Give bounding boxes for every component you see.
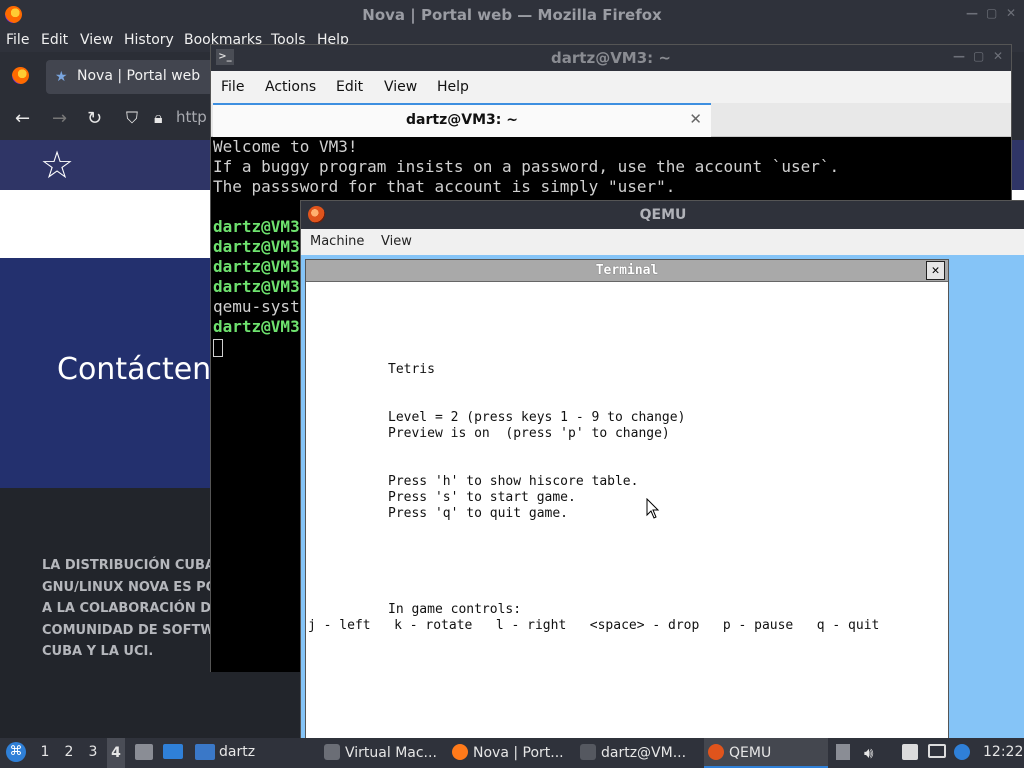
terminal-prompt: dartz@VM3: [213, 277, 300, 296]
minimize-icon[interactable]: —: [966, 6, 978, 20]
site-favicon-icon: ★: [55, 69, 68, 85]
footer-line: LA DISTRIBUCIÓN CUBAN: [42, 558, 226, 573]
menu-help[interactable]: Help: [437, 79, 469, 95]
taskbar: ⌘ 1 2 3 4 dartz Virtual Mac... Nova | Po…: [0, 738, 1024, 768]
terminal-window-title: dartz@VM3: ~: [551, 49, 671, 67]
terminal-icon: [580, 744, 596, 760]
terminal-tab[interactable]: dartz@VM3: ~ ✕: [213, 103, 711, 137]
menu-file[interactable]: File: [221, 79, 244, 95]
close-icon[interactable]: ✕: [1006, 6, 1016, 20]
tetris-line: Preview is on (press 'p' to change): [388, 426, 670, 441]
workspace-2[interactable]: 2: [60, 744, 78, 760]
guest-terminal-title: Terminal: [595, 263, 659, 278]
task-label: Virtual Mac...: [345, 745, 437, 761]
terminal-prompt: dartz@VM3: [213, 317, 300, 336]
terminal-line: qemu-syst: [213, 297, 300, 316]
terminal-tabbar: dartz@VM3: ~ ✕: [211, 103, 1011, 137]
contact-heading: Contácten: [57, 352, 212, 387]
menu-machine[interactable]: Machine: [310, 234, 364, 249]
footer-line: A LA COLABORACIÓN DE: [42, 601, 220, 616]
close-icon[interactable]: ✕: [926, 261, 945, 280]
task-firefox[interactable]: Nova | Port...: [448, 738, 572, 768]
qemu-menubar: Machine View: [301, 229, 1024, 255]
workspace-1[interactable]: 1: [36, 744, 54, 760]
terminal-cursor: [213, 339, 223, 357]
qemu-icon: [708, 744, 724, 760]
close-icon[interactable]: ✕: [993, 49, 1003, 63]
shield-icon[interactable]: ⛉: [126, 108, 138, 128]
guest-terminal-titlebar[interactable]: Terminal ✕: [306, 260, 948, 282]
virtualbox-icon: [324, 744, 340, 760]
qemu-titlebar[interactable]: QEMU: [301, 201, 1024, 229]
qemu-window: QEMU Machine View Terminal ✕ Tetris Level…: [300, 200, 1024, 739]
tab-label: Nova | Portal web: [77, 68, 201, 84]
show-desktop-icon[interactable]: [163, 744, 183, 759]
tetris-line: Level = 2 (press keys 1 - 9 to change): [388, 410, 686, 425]
tetris-line: Press 'q' to quit game.: [388, 506, 569, 521]
terminal-menubar: File Actions Edit View Help: [211, 71, 1011, 103]
maximize-icon[interactable]: ▢: [973, 49, 984, 63]
terminal-titlebar[interactable]: >_ dartz@VM3: ~ — ▢ ✕: [211, 45, 1011, 71]
firefox-view-icon[interactable]: [12, 67, 29, 84]
qemu-window-title: QEMU: [639, 207, 687, 223]
clock[interactable]: 12:22: [983, 744, 1023, 760]
reload-icon[interactable]: ↻: [87, 108, 102, 129]
qemu-guest-display[interactable]: Terminal ✕ Tetris Level = 2 (press keys 1…: [301, 255, 1024, 739]
scroll-indicator-icon[interactable]: [836, 744, 850, 760]
firefox-titlebar[interactable]: Nova | Portal web — Mozilla Firefox — ▢ …: [0, 0, 1024, 30]
task-label: dartz@VM...: [601, 745, 687, 761]
menu-edit[interactable]: Edit: [336, 79, 363, 95]
terminal-tab-label: dartz@VM3: ~: [406, 112, 518, 128]
forward-icon[interactable]: →: [52, 108, 67, 129]
lock-icon[interactable]: 🔒︎: [154, 108, 163, 128]
guest-terminal-window: Terminal ✕ Tetris Level = 2 (press keys 1…: [305, 259, 949, 739]
folder-label[interactable]: dartz: [219, 744, 255, 760]
task-label: Nova | Port...: [473, 745, 564, 761]
footer-text: LA DISTRIBUCIÓN CUBAN GNU/LINUX NOVA ES …: [42, 555, 227, 663]
updates-icon[interactable]: [954, 744, 970, 760]
terminal-prompt: dartz@VM3: [213, 257, 300, 276]
start-menu-icon[interactable]: ⌘: [6, 742, 26, 762]
tetris-screen[interactable]: Tetris Level = 2 (press keys 1 - 9 to cha…: [306, 282, 948, 738]
workspace-3[interactable]: 3: [84, 744, 102, 760]
minimize-icon[interactable]: —: [953, 49, 965, 63]
back-icon[interactable]: ←: [15, 108, 30, 129]
site-logo-star-icon[interactable]: ☆: [40, 145, 74, 185]
tetris-line: Press 's' to start game.: [388, 490, 576, 505]
workspace-4[interactable]: 4: [107, 738, 125, 768]
menu-view[interactable]: View: [381, 234, 412, 249]
terminal-line: Welcome to VM3!: [213, 137, 358, 156]
footer-line: CUBA Y LA UCI.: [42, 644, 154, 659]
terminal-prompt: dartz@VM3: [213, 217, 300, 236]
folder-icon[interactable]: [195, 744, 215, 760]
volume-icon[interactable]: 🔊︎: [864, 744, 873, 762]
tetris-line: Press 'h' to show hiscore table.: [388, 474, 639, 489]
terminal-line: If a buggy program insists on a password…: [213, 157, 840, 176]
file-manager-icon[interactable]: [135, 744, 153, 760]
menu-file[interactable]: File: [6, 32, 29, 48]
maximize-icon[interactable]: ▢: [986, 6, 997, 20]
menu-view[interactable]: View: [384, 79, 417, 95]
close-tab-icon[interactable]: ✕: [689, 110, 702, 128]
tab-nova-portal[interactable]: ★ Nova | Portal web: [46, 60, 216, 94]
task-terminal[interactable]: dartz@VM...: [576, 738, 700, 768]
task-label: QEMU: [729, 745, 772, 761]
task-qemu[interactable]: QEMU: [704, 738, 828, 768]
tetris-line: Tetris: [388, 362, 435, 377]
menu-edit[interactable]: Edit: [41, 32, 68, 48]
task-virtualbox[interactable]: Virtual Mac...: [320, 738, 444, 768]
clipboard-icon[interactable]: [902, 744, 918, 760]
tetris-line: j - left k - rotate l - right <space> - …: [308, 618, 880, 633]
terminal-prompt: dartz@VM3: [213, 237, 300, 256]
footer-line: COMUNIDAD DE SOFTWA: [42, 622, 225, 638]
firefox-window-title: Nova | Portal web — Mozilla Firefox: [362, 6, 662, 24]
terminal-line: The passsword for that account is simply…: [213, 177, 676, 196]
tetris-line: In game controls:: [388, 602, 522, 617]
menu-actions[interactable]: Actions: [265, 79, 316, 95]
network-icon[interactable]: [928, 744, 946, 758]
menu-view[interactable]: View: [80, 32, 113, 48]
footer-line: GNU/LINUX NOVA ES POS: [42, 579, 227, 595]
firefox-icon: [452, 744, 468, 760]
menu-history[interactable]: History: [124, 32, 174, 48]
